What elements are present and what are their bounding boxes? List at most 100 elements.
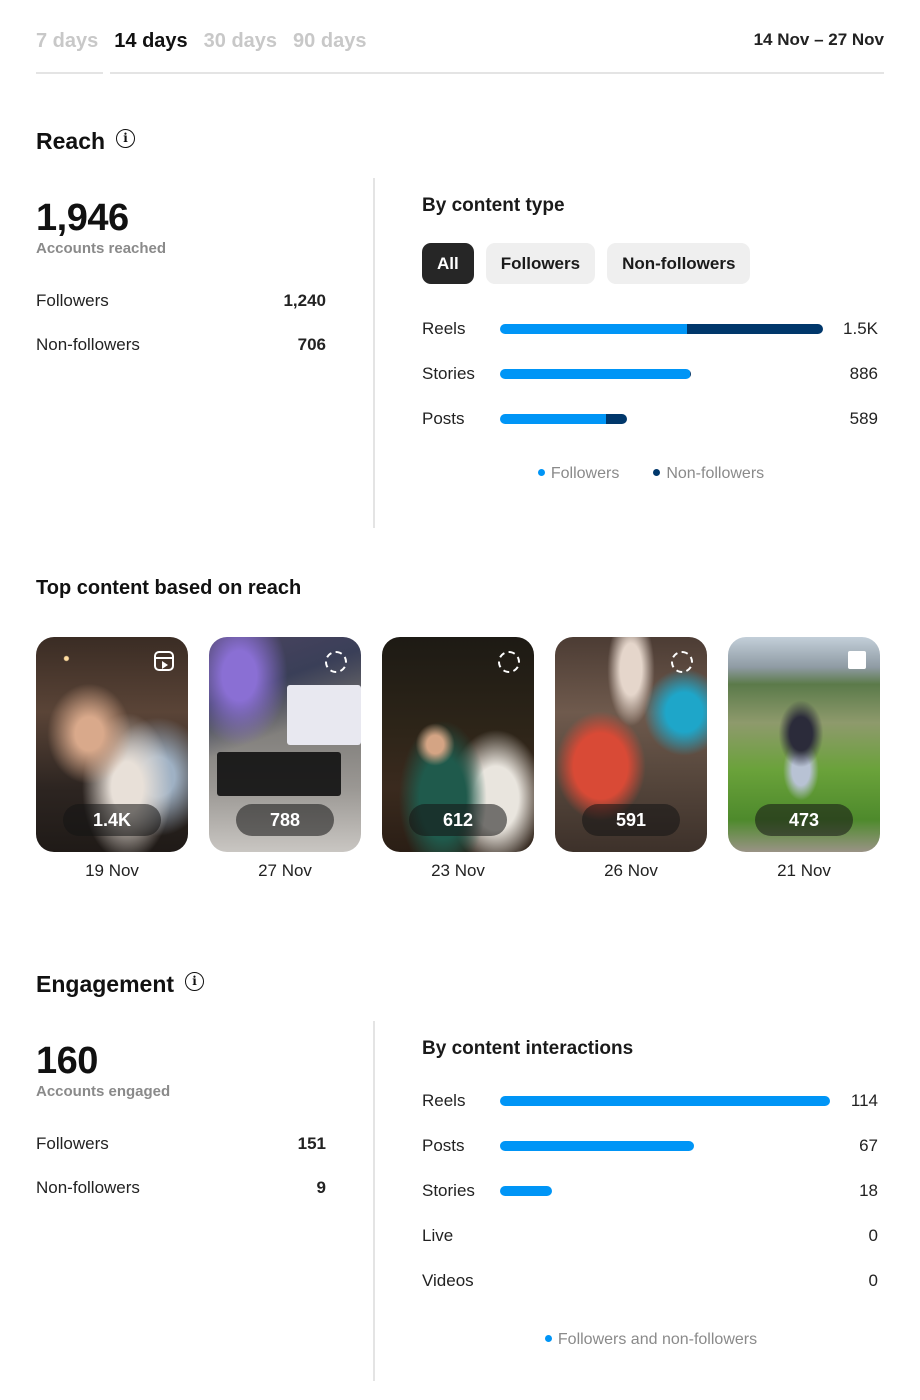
bar-row-stories: Stories 18: [422, 1168, 880, 1213]
bar-label: Reels: [422, 1090, 466, 1110]
bar-row-live: Live 0: [422, 1213, 880, 1258]
column-divider: [373, 1021, 375, 1381]
legend-label: Followers: [550, 465, 620, 482]
bar-row-videos: Videos 0: [422, 1258, 880, 1303]
bar-label: Reels: [422, 318, 466, 338]
tab-7-days[interactable]: 7 days: [36, 30, 98, 70]
reach-count: 1.4K: [63, 804, 161, 836]
content-date: 19 Nov: [85, 861, 139, 880]
tab-90-days[interactable]: 90 days: [293, 30, 366, 70]
content-thumbnail[interactable]: 612: [382, 637, 534, 852]
column-divider: [373, 178, 375, 528]
top-content-item[interactable]: 788 27 Nov: [209, 637, 361, 881]
content-thumbnail[interactable]: 473: [728, 637, 880, 852]
bar-segment-followers: [500, 413, 606, 424]
content-date: 21 Nov: [777, 861, 831, 880]
bar-segment-non-followers: [687, 323, 823, 334]
filter-followers-button[interactable]: Followers: [485, 243, 596, 284]
bar-label: Videos: [422, 1270, 474, 1290]
content-thumbnail[interactable]: 591: [555, 637, 707, 852]
reach-count: 788: [236, 804, 334, 836]
bar: [500, 323, 823, 334]
bar-segment-followers: [500, 323, 688, 334]
reach-count: 591: [582, 804, 680, 836]
bar-segment-non-followers: [605, 413, 627, 424]
top-content-item[interactable]: 591 26 Nov: [555, 637, 707, 881]
bar: [500, 1140, 694, 1151]
bar-segment-all: [500, 1095, 830, 1106]
by-content-type-title: By content type: [422, 195, 565, 216]
reach-legend: Followers Non-followers: [422, 465, 880, 483]
info-icon[interactable]: i: [116, 129, 136, 148]
bar-label: Posts: [422, 408, 465, 428]
thumbnail-detail: [217, 752, 341, 796]
top-content-list: 1.4K 19 Nov 788 27 Nov 612 23 Nov 591 26…: [36, 637, 880, 881]
bar-label: Posts: [422, 1135, 465, 1155]
engagement-by-content-interactions: By content interactions Reels 114 Posts 67 S…: [422, 1038, 880, 1349]
audience-filter: All Followers Non-followers: [422, 243, 880, 284]
interactions-legend: Followers and non-followers: [422, 1331, 880, 1349]
reel-icon: [154, 651, 174, 671]
bar-value: 0: [868, 1270, 878, 1290]
bar-segment-all: [500, 1140, 694, 1151]
row-value: 9: [316, 1178, 326, 1197]
bar-row-posts: Posts 589: [422, 396, 880, 441]
content-thumbnail[interactable]: 1.4K: [36, 637, 188, 852]
top-content-item[interactable]: 1.4K 19 Nov: [36, 637, 188, 881]
bar-row-reels: Reels 114: [422, 1078, 880, 1123]
interactions-bar-chart: Reels 114 Posts 67 Stories 18 Live 0 Videos 0: [422, 1078, 880, 1303]
legend-item-followers: Followers: [537, 465, 620, 483]
row-value: 1,240: [283, 291, 326, 310]
accounts-reached-label: Accounts reached: [36, 240, 167, 257]
bar-row-reels: Reels 1.5K: [422, 306, 880, 351]
top-content-item[interactable]: 473 21 Nov: [728, 637, 880, 881]
engagement-non-followers-row: Non-followers 9: [36, 1166, 326, 1210]
story-ring-icon: [671, 651, 693, 673]
reach-non-followers-row: Non-followers 706: [36, 323, 326, 367]
row-label: Followers: [36, 1134, 109, 1153]
bar-value: 886: [849, 363, 878, 383]
story-ring-icon: [325, 651, 347, 673]
reach-title: Reach: [36, 128, 106, 154]
bar-row-stories: Stories 886: [422, 351, 880, 396]
story-ring-icon: [498, 651, 520, 673]
date-range: 14 Nov – 27 Nov: [753, 30, 884, 49]
info-icon[interactable]: i: [185, 972, 205, 991]
bar-value: 1.5K: [843, 318, 878, 338]
bar-segment-followers: [500, 368, 691, 379]
legend-item-non-followers: Non-followers: [653, 465, 764, 483]
period-tabs: 7 days 14 days 30 days 90 days: [36, 30, 382, 70]
bar: [500, 1095, 830, 1106]
bar-value: 0: [868, 1225, 878, 1245]
filter-all-button[interactable]: All: [422, 243, 474, 284]
filter-non-followers-button[interactable]: Non-followers: [607, 243, 751, 284]
bar-value: 114: [850, 1090, 878, 1110]
bar: [500, 1185, 553, 1196]
engagement-title: Engagement: [36, 971, 175, 997]
engagement-heading: Engagement i: [36, 971, 205, 998]
bar: [500, 413, 627, 424]
bar: [500, 368, 691, 379]
row-value: 706: [297, 335, 326, 354]
legend-dot: [544, 1335, 552, 1342]
bar-label: Stories: [422, 1180, 475, 1200]
thumbnail-detail: [287, 685, 361, 745]
legend-dot: [537, 469, 545, 476]
engagement-summary: 160 Accounts engaged Followers 151 Non-f…: [36, 1041, 326, 1210]
bar-value: 18: [859, 1180, 878, 1200]
row-label: Non-followers: [36, 1178, 140, 1197]
by-content-interactions-title: By content interactions: [422, 1038, 634, 1059]
bar-value: 67: [859, 1135, 878, 1155]
reach-by-content-type: By content type All Followers Non-follow…: [422, 195, 880, 483]
top-content-item[interactable]: 612 23 Nov: [382, 637, 534, 881]
bar-label: Live: [422, 1225, 454, 1245]
legend-label: Followers and non-followers: [557, 1331, 758, 1348]
content-thumbnail[interactable]: 788: [209, 637, 361, 852]
tab-30-days[interactable]: 30 days: [204, 30, 277, 70]
engagement-followers-row: Followers 151: [36, 1122, 326, 1166]
tab-14-days[interactable]: 14 days: [114, 30, 187, 70]
reach-bar-chart: Reels 1.5K Stories 886 Posts 589: [422, 306, 880, 441]
accounts-engaged-count: 160: [36, 1040, 98, 1082]
bar-row-posts: Posts 67: [422, 1123, 880, 1168]
row-label: Followers: [36, 291, 109, 310]
